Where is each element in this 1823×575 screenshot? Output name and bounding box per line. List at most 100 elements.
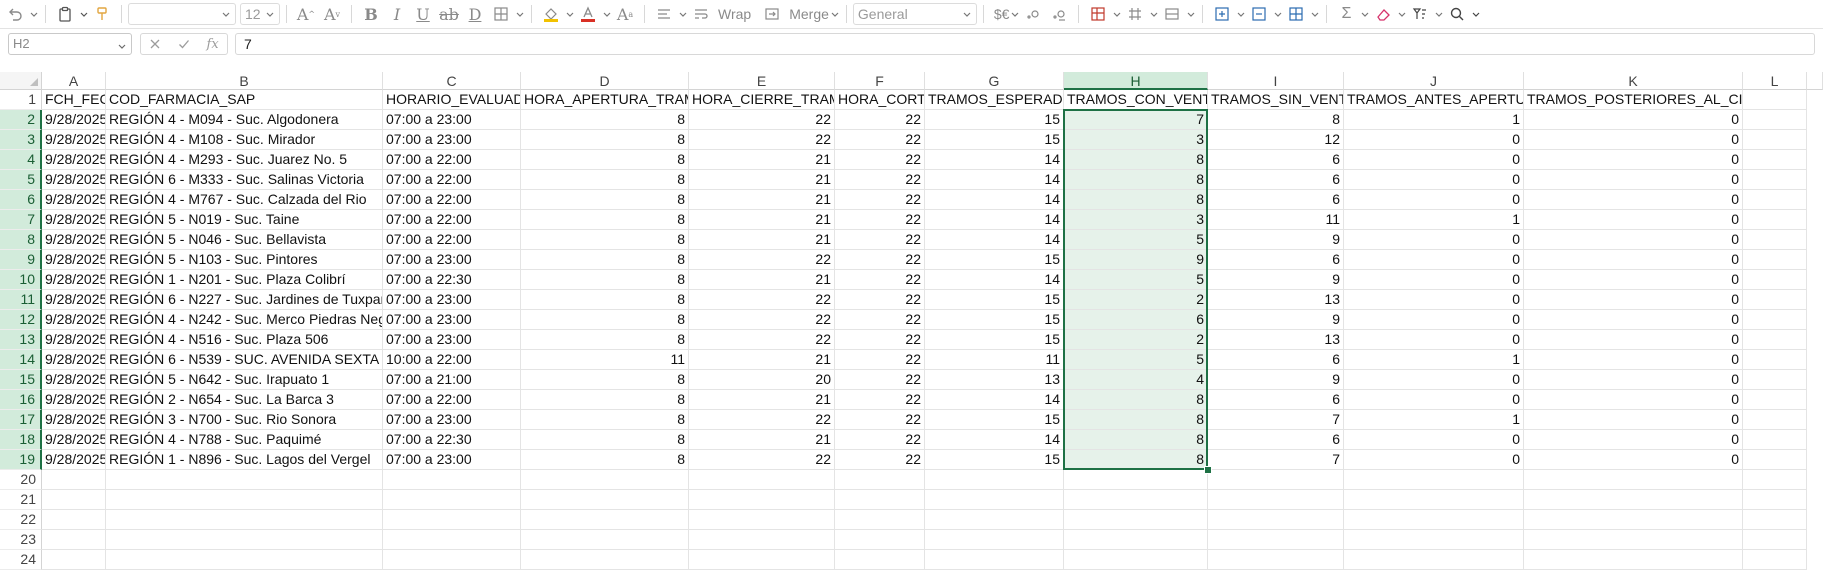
cell-j7[interactable]: 1 [1344,210,1524,230]
cell-f16[interactable]: 22 [835,390,925,410]
cell-j22[interactable] [1344,510,1524,530]
format-painter-icon[interactable] [89,3,115,25]
row-header-6[interactable]: 6 [0,190,42,210]
cell-l8[interactable] [1743,230,1807,250]
cell-k21[interactable] [1524,490,1743,510]
cell-k10[interactable]: 0 [1524,270,1743,290]
cell-c4[interactable]: 07:00 a 22:00 [383,150,521,170]
cell-c12[interactable]: 07:00 a 23:00 [383,310,521,330]
cell-d20[interactable] [521,470,689,490]
row-header-18[interactable]: 18 [0,430,42,450]
cell-a3[interactable]: 9/28/2025 [42,130,106,150]
sort-filter-chevron-icon[interactable] [1434,9,1444,19]
fill-handle[interactable] [1204,466,1212,474]
bold-icon[interactable]: B [358,3,384,25]
cell-g19[interactable]: 15 [925,450,1064,470]
cell-d10[interactable]: 8 [521,270,689,290]
column-header-a[interactable]: A [42,72,106,90]
cell-i5[interactable]: 6 [1208,170,1344,190]
row-header-1[interactable]: 1 [0,90,42,110]
cell-b5[interactable]: REGIÓN 6 - M333 - Suc. Salinas Victoria [106,170,383,190]
cell-i22[interactable] [1208,510,1344,530]
cell-f18[interactable]: 22 [835,430,925,450]
cell-e24[interactable] [689,550,835,570]
insert-cells-icon[interactable] [1209,3,1235,25]
fill-color-chevron-icon[interactable] [565,9,575,19]
cell-a12[interactable]: 9/28/2025 [42,310,106,330]
cell-l5[interactable] [1743,170,1807,190]
cell-e12[interactable]: 22 [689,310,835,330]
cell-a9[interactable]: 9/28/2025 [42,250,106,270]
cell-h3[interactable]: 3 [1064,130,1208,150]
font-size-select[interactable]: 12 [240,3,280,25]
cell-f7[interactable]: 22 [835,210,925,230]
cell-i2[interactable]: 8 [1208,110,1344,130]
cell-b16[interactable]: REGIÓN 2 - N654 - Suc. La Barca 3 [106,390,383,410]
cell-h12[interactable]: 6 [1064,310,1208,330]
cell-j2[interactable]: 1 [1344,110,1524,130]
cell-k3[interactable]: 0 [1524,130,1743,150]
cell-h24[interactable] [1064,550,1208,570]
column-header-j[interactable]: J [1344,72,1524,90]
cell-e16[interactable]: 21 [689,390,835,410]
insert-chevron-icon[interactable] [1236,9,1246,19]
cell-k9[interactable]: 0 [1524,250,1743,270]
cell-a13[interactable]: 9/28/2025 [42,330,106,350]
cell-e21[interactable] [689,490,835,510]
cell-j12[interactable]: 0 [1344,310,1524,330]
cell-a4[interactable]: 9/28/2025 [42,150,106,170]
column-header-l[interactable]: L [1743,72,1807,90]
autosum-icon[interactable]: Σ [1333,3,1359,25]
cell-e2[interactable]: 22 [689,110,835,130]
cell-e20[interactable] [689,470,835,490]
increase-font-size-icon[interactable]: A ^ [293,3,319,25]
cell-l24[interactable] [1743,550,1807,570]
sort-filter-icon[interactable] [1407,3,1433,25]
cancel-icon[interactable] [149,38,161,50]
cell-f1[interactable]: HORA_CORTE [835,90,925,110]
cell-c6[interactable]: 07:00 a 22:00 [383,190,521,210]
cell-g10[interactable]: 14 [925,270,1064,290]
cell-b8[interactable]: REGIÓN 5 - N046 - Suc. Bellavista [106,230,383,250]
cell-i13[interactable]: 13 [1208,330,1344,350]
cell-i12[interactable]: 9 [1208,310,1344,330]
cell-h23[interactable] [1064,530,1208,550]
cell-l21[interactable] [1743,490,1807,510]
cell-i23[interactable] [1208,530,1344,550]
cell-l9[interactable] [1743,250,1807,270]
cell-e4[interactable]: 21 [689,150,835,170]
cell-l12[interactable] [1743,310,1807,330]
underline-icon[interactable]: U [410,3,436,25]
cell-b12[interactable]: REGIÓN 4 - N242 - Suc. Merco Piedras Neg… [106,310,383,330]
cell-styles-icon[interactable] [1159,3,1185,25]
cell-j18[interactable]: 0 [1344,430,1524,450]
insert-function-icon[interactable]: fx [207,37,219,52]
cell-f15[interactable]: 22 [835,370,925,390]
merge-label[interactable]: Merge [789,6,829,22]
cell-a17[interactable]: 9/28/2025 [42,410,106,430]
cell-f5[interactable]: 22 [835,170,925,190]
column-header-i[interactable]: I [1208,72,1344,90]
delete-cells-icon[interactable] [1246,3,1272,25]
cell-i8[interactable]: 9 [1208,230,1344,250]
wrap-text-icon[interactable] [688,3,714,25]
cell-b7[interactable]: REGIÓN 5 - N019 - Suc. Taine [106,210,383,230]
cell-j21[interactable] [1344,490,1524,510]
cell-j24[interactable] [1344,550,1524,570]
cell-l23[interactable] [1743,530,1807,550]
cell-g12[interactable]: 15 [925,310,1064,330]
cell-j9[interactable]: 0 [1344,250,1524,270]
cell-l1[interactable] [1743,90,1807,110]
find-chevron-icon[interactable] [1471,9,1481,19]
cell-a19[interactable]: 9/28/2025 [42,450,106,470]
cell-b15[interactable]: REGIÓN 5 - N642 - Suc. Irapuato 1 [106,370,383,390]
cell-i19[interactable]: 7 [1208,450,1344,470]
cell-f8[interactable]: 22 [835,230,925,250]
cell-g2[interactable]: 15 [925,110,1064,130]
cell-k18[interactable]: 0 [1524,430,1743,450]
column-header-k[interactable]: K [1524,72,1743,90]
row-header-20[interactable]: 20 [0,470,42,490]
row-header-4[interactable]: 4 [0,150,42,170]
cell-e1[interactable]: HORA_CIERRE_TRAMO [689,90,835,110]
cell-d7[interactable]: 8 [521,210,689,230]
